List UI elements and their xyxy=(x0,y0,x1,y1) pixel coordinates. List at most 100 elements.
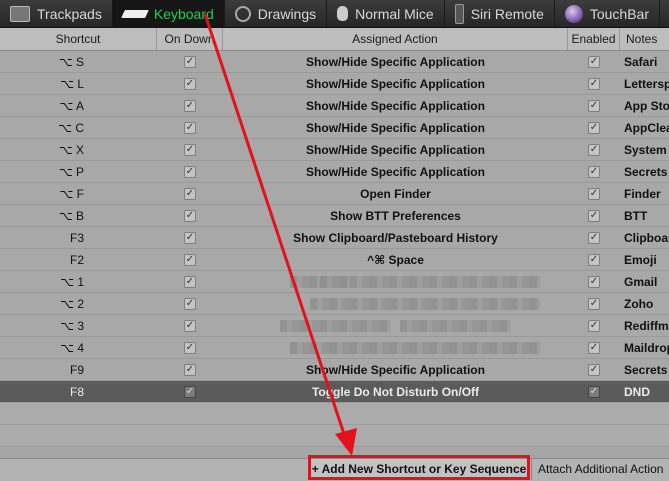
on-down-checkbox[interactable]: ✓ xyxy=(184,78,196,90)
tab-label: Normal Mice xyxy=(355,5,434,22)
redacted-action xyxy=(400,320,510,332)
on-down-checkbox[interactable]: ✓ xyxy=(184,342,196,354)
column-header-enabled[interactable]: Enabled xyxy=(568,28,620,50)
on-down-checkbox[interactable]: ✓ xyxy=(184,232,196,244)
on-down-checkbox[interactable]: ✓ xyxy=(184,188,196,200)
tab-keyboard[interactable]: Keyboard xyxy=(112,0,225,27)
notes-cell: Zoho xyxy=(624,297,654,311)
table-row[interactable]: ⌥ F ✓ Open Finder ✓ Finder xyxy=(0,183,669,205)
enabled-checkbox[interactable]: ✓ xyxy=(588,254,600,266)
tab-touchbar[interactable]: TouchBar xyxy=(555,0,661,27)
notes-cell: Safari xyxy=(624,55,658,69)
column-header-notes[interactable]: Notes xyxy=(620,28,669,50)
on-down-cell: ✓ xyxy=(157,205,223,227)
assigned-action-cell: Show/Hide Specific Application xyxy=(306,363,485,377)
table-row[interactable]: ⌥ 1 ✓ ✓ Gmail xyxy=(0,271,669,293)
on-down-checkbox[interactable]: ✓ xyxy=(184,56,196,68)
table-row[interactable]: ⌥ 2 ✓ ✓ Zoho xyxy=(0,293,669,315)
add-shortcut-button[interactable]: + Add New Shortcut or Key Sequence xyxy=(310,459,528,480)
enabled-checkbox[interactable]: ✓ xyxy=(588,298,600,310)
enabled-checkbox[interactable]: ✓ xyxy=(588,188,600,200)
tab-siri-remote[interactable]: Siri Remote xyxy=(445,0,555,27)
table-row[interactable]: ⌥ A ✓ Show/Hide Specific Application ✓ App S… xyxy=(0,95,669,117)
notes-cell: App Store xyxy=(624,99,669,113)
notes-cell: DND xyxy=(624,385,650,399)
notes-cell: Secrets xyxy=(624,363,668,377)
empty-row xyxy=(0,425,669,447)
on-down-checkbox[interactable]: ✓ xyxy=(184,254,196,266)
notes-cell: Secrets xyxy=(624,165,668,179)
bottom-toolbar: + Add New Shortcut or Key Sequence Attac… xyxy=(0,458,669,481)
enabled-checkbox[interactable]: ✓ xyxy=(588,166,600,178)
table-row[interactable]: F2 ✓ ^⌘ Space ✓ Emoji xyxy=(0,249,669,271)
assigned-action-cell: Show Clipboard/Pasteboard History xyxy=(293,231,498,245)
enabled-checkbox[interactable]: ✓ xyxy=(588,320,600,332)
table-row[interactable]: ⌥ S ✓ Show/Hide Specific Application ✓ Safar… xyxy=(0,51,669,73)
shortcut-cell: ⌥ A xyxy=(59,99,84,113)
enabled-cell: ✓ xyxy=(568,227,620,249)
enabled-checkbox[interactable]: ✓ xyxy=(588,56,600,68)
notes-cell: BTT xyxy=(624,209,648,223)
on-down-checkbox[interactable]: ✓ xyxy=(184,144,196,156)
enabled-cell: ✓ xyxy=(568,271,620,293)
enabled-checkbox[interactable]: ✓ xyxy=(588,78,600,90)
on-down-cell: ✓ xyxy=(157,249,223,271)
tab-drawings[interactable]: Drawings xyxy=(225,0,328,27)
shortcut-cell: F8 xyxy=(69,385,84,399)
enabled-checkbox[interactable]: ✓ xyxy=(588,100,600,112)
table-row[interactable]: ⌥ B ✓ Show BTT Preferences ✓ BTT xyxy=(0,205,669,227)
on-down-checkbox[interactable]: ✓ xyxy=(184,166,196,178)
drawings-icon xyxy=(234,5,251,22)
enabled-checkbox[interactable]: ✓ xyxy=(588,210,600,222)
enabled-checkbox[interactable]: ✓ xyxy=(588,276,600,288)
on-down-cell: ✓ xyxy=(157,359,223,381)
enabled-checkbox[interactable]: ✓ xyxy=(588,342,600,354)
enabled-cell: ✓ xyxy=(568,315,620,337)
shortcut-cell: ⌥ B xyxy=(58,209,84,223)
shortcut-cell: ⌥ S xyxy=(58,55,84,69)
column-header-assigned-action[interactable]: Assigned Action xyxy=(223,28,568,50)
notes-cell: Letterspa xyxy=(624,77,669,91)
attach-action-button[interactable]: Attach Additional Action xyxy=(531,459,669,480)
on-down-checkbox[interactable]: ✓ xyxy=(184,276,196,288)
assigned-action-cell: Open Finder xyxy=(360,187,431,201)
on-down-checkbox[interactable]: ✓ xyxy=(184,364,196,376)
shortcut-cell: ⌥ 1 xyxy=(60,275,84,289)
tab-trackpads[interactable]: Trackpads xyxy=(0,0,113,27)
enabled-cell: ✓ xyxy=(568,381,620,403)
table-row[interactable]: F8 ✓ Toggle Do Not Disturb On/Off ✓ DND xyxy=(0,381,669,403)
on-down-checkbox[interactable]: ✓ xyxy=(184,100,196,112)
enabled-checkbox[interactable]: ✓ xyxy=(588,122,600,134)
tab-normal-mice[interactable]: Normal Mice xyxy=(327,0,445,27)
enabled-checkbox[interactable]: ✓ xyxy=(588,386,600,398)
on-down-cell: ✓ xyxy=(157,183,223,205)
table-row[interactable]: ⌥ 3 ✓ ✓ Rediffmail xyxy=(0,315,669,337)
enabled-cell: ✓ xyxy=(568,117,620,139)
on-down-cell: ✓ xyxy=(157,315,223,337)
enabled-cell: ✓ xyxy=(568,359,620,381)
on-down-checkbox[interactable]: ✓ xyxy=(184,298,196,310)
table-row[interactable]: F9 ✓ Show/Hide Specific Application ✓ Secret… xyxy=(0,359,669,381)
table-row[interactable]: ⌥ P ✓ Show/Hide Specific Application ✓ Secre… xyxy=(0,161,669,183)
tab-label: Siri Remote xyxy=(470,5,544,22)
on-down-checkbox[interactable]: ✓ xyxy=(184,122,196,134)
on-down-cell: ✓ xyxy=(157,139,223,161)
table-row[interactable]: ⌥ 4 ✓ ✓ Maildrop xyxy=(0,337,669,359)
on-down-checkbox[interactable]: ✓ xyxy=(184,210,196,222)
shortcut-cell: ⌥ C xyxy=(58,121,84,135)
redacted-action xyxy=(320,276,350,288)
table-row[interactable]: F3 ✓ Show Clipboard/Pasteboard History ✓ Cli… xyxy=(0,227,669,249)
enabled-checkbox[interactable]: ✓ xyxy=(588,232,600,244)
column-header-shortcut[interactable]: Shortcut xyxy=(0,28,157,50)
table-row[interactable]: ⌥ L ✓ Show/Hide Specific Application ✓ Lette… xyxy=(0,73,669,95)
table-row[interactable]: ⌥ X ✓ Show/Hide Specific Application ✓ Syste… xyxy=(0,139,669,161)
assigned-action-cell: Toggle Do Not Disturb On/Off xyxy=(311,385,480,399)
column-header-on-down[interactable]: On Down xyxy=(157,28,223,50)
shortcut-cell: F3 xyxy=(69,231,84,245)
on-down-checkbox[interactable]: ✓ xyxy=(184,320,196,332)
enabled-cell: ✓ xyxy=(568,139,620,161)
table-row[interactable]: ⌥ C ✓ Show/Hide Specific Application ✓ AppCl… xyxy=(0,117,669,139)
enabled-checkbox[interactable]: ✓ xyxy=(588,364,600,376)
enabled-checkbox[interactable]: ✓ xyxy=(588,144,600,156)
on-down-checkbox[interactable]: ✓ xyxy=(184,386,196,398)
